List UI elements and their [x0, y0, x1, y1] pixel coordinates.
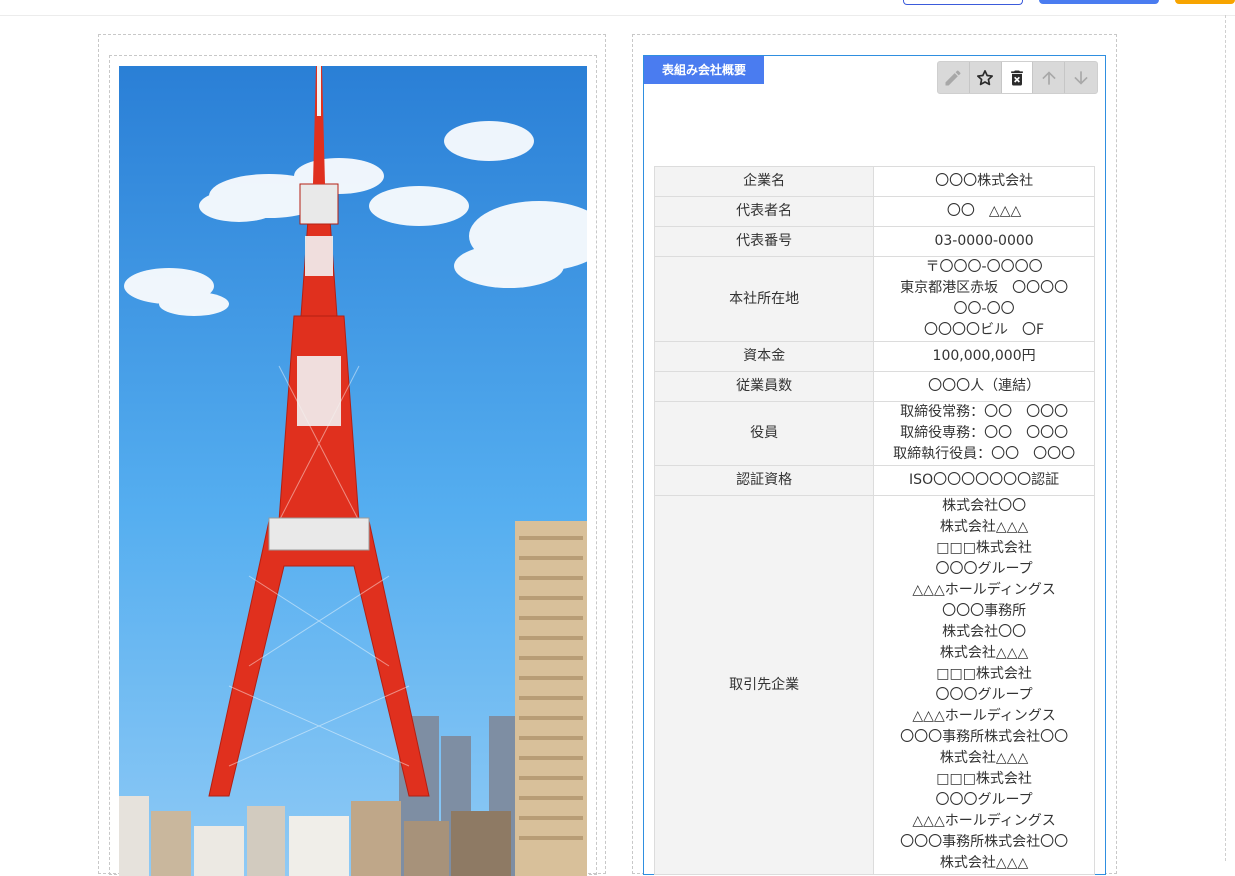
table-row: 取引先企業 株式会社〇〇 株式会社△△△ □□□株式会社 〇〇〇グループ △△△ホールディ…: [653, 495, 1095, 875]
delete-button[interactable]: [1001, 62, 1034, 93]
favorite-button[interactable]: [970, 62, 1002, 93]
value-line: 株式会社△△△: [939, 750, 1029, 766]
value-line: 〇〇〇グループ: [935, 561, 1033, 577]
table-column: 表組み会社概要 企業名 〇〇〇株式会社 代表者名 〇〇 △△△ 代表番号 03-…: [632, 34, 1117, 875]
top-outline-button[interactable]: [903, 0, 1023, 5]
value-line: 〇〇〇人（連結）: [928, 378, 1041, 394]
move-up-button[interactable]: [1033, 62, 1066, 93]
row-value: 〒〇〇〇-〇〇〇〇東京都港区赤坂 〇〇〇〇 〇〇-〇〇〇〇〇〇ビル 〇F: [873, 256, 1095, 342]
row-value: 〇〇〇株式会社: [873, 166, 1095, 197]
company-profile-table: 企業名 〇〇〇株式会社代表者名 〇〇 △△△ 代表番号 03-0000-0000 本社所在…: [653, 166, 1095, 875]
row-label: 代表者名: [653, 196, 875, 227]
row-label: 認証資格: [653, 465, 875, 496]
row-label: 代表番号: [653, 226, 875, 257]
value-line: 〇〇〇事務所株式会社〇〇: [900, 834, 1069, 850]
value-line: 〇〇-〇〇: [953, 301, 1015, 317]
value-line: 株式会社△△△: [939, 855, 1029, 871]
value-line: △△△ホールディングス: [912, 582, 1056, 598]
value-line: △△△ホールディングス: [912, 708, 1056, 724]
row-label: 従業員数: [653, 371, 875, 402]
arrow-down-icon: [1074, 70, 1088, 85]
trash-icon: [1011, 70, 1023, 85]
image-column: [98, 34, 606, 876]
row-label: 資本金: [653, 341, 875, 372]
table-row: 本社所在地 〒〇〇〇-〇〇〇〇 東京都港区赤坂 〇〇〇〇 〇〇-〇〇 〇〇〇〇ビル 〇F: [653, 256, 1095, 342]
value-line: □□□株式会社: [936, 771, 1032, 787]
table-row: 従業員数 〇〇〇人（連結）: [653, 371, 1095, 402]
value-line: 100,000,000円: [932, 348, 1036, 364]
value-line: 〇〇〇グループ: [935, 792, 1033, 808]
table-row: 企業名 〇〇〇株式会社: [653, 166, 1095, 197]
row-value: 取締役常務：〇〇 〇〇〇 取締役専務：〇〇 〇〇〇 取締執行役員：〇〇 〇〇〇: [873, 401, 1095, 466]
star-icon: [977, 69, 994, 85]
value-line: 取締役常務：〇〇 〇〇〇: [900, 404, 1069, 420]
row-label: 取引先企業: [653, 495, 875, 875]
block-toolbar: [937, 61, 1098, 94]
value-line: 〇〇〇事務所株式会社〇〇: [900, 729, 1069, 745]
table-row: 認証資格 ISO〇〇〇〇〇〇〇認証: [653, 465, 1095, 496]
value-line: 〇〇〇グループ: [935, 687, 1033, 703]
row-value: 03-0000-0000: [873, 226, 1095, 257]
arrow-up-icon: [1042, 70, 1056, 85]
block-type-label: 表組み会社概要: [644, 56, 764, 84]
table-row: 役員 取締役常務：〇〇 〇〇〇 取締役専務：〇〇 〇〇〇 取締執行役員：〇〇 〇〇〇: [653, 401, 1095, 466]
row-label: 役員: [653, 401, 875, 466]
value-line: 株式会社〇〇: [942, 498, 1027, 514]
row-value: 〇〇 △△△: [873, 196, 1095, 227]
value-line: 取締執行役員：〇〇 〇〇〇: [893, 446, 1076, 462]
value-line: 東京都港区赤坂 〇〇〇〇: [900, 280, 1069, 296]
value-line: △△△ホールディングス: [912, 813, 1056, 829]
top-bar: [0, 0, 1235, 16]
row-value: 〇〇〇人（連結）: [873, 371, 1095, 402]
value-line: 〇〇 △△△: [946, 203, 1022, 219]
row-value: ISO〇〇〇〇〇〇〇認証: [873, 465, 1095, 496]
row-label: 企業名: [653, 166, 875, 197]
table-row: 代表者名 〇〇 △△△: [653, 196, 1095, 227]
tokyo-tower-photo: [119, 66, 587, 876]
value-line: 〇〇〇事務所: [942, 603, 1027, 619]
value-line: 〇〇〇〇ビル 〇F: [924, 322, 1045, 338]
value-line: □□□株式会社: [936, 540, 1032, 556]
value-line: ISO〇〇〇〇〇〇〇認証: [909, 472, 1060, 488]
top-accent-button[interactable]: [1175, 0, 1235, 4]
value-line: 取締役専務：〇〇 〇〇〇: [900, 425, 1069, 441]
layout-guide: [1225, 15, 1226, 861]
table-row: 代表番号 03-0000-0000: [653, 226, 1095, 257]
value-line: □□□株式会社: [936, 666, 1032, 682]
image-block[interactable]: [109, 55, 597, 876]
move-down-button[interactable]: [1065, 62, 1097, 93]
value-line: 株式会社〇〇: [942, 624, 1027, 640]
value-line: 株式会社△△△: [939, 519, 1029, 535]
value-line: 03-0000-0000: [934, 233, 1034, 249]
table-row: 資本金 100,000,000円: [653, 341, 1095, 372]
value-line: 株式会社△△△: [939, 645, 1029, 661]
value-line: 〒〇〇〇-〇〇〇〇: [925, 259, 1043, 275]
row-label: 本社所在地: [653, 256, 875, 342]
company-profile-block[interactable]: 表組み会社概要 企業名 〇〇〇株式会社 代表者名 〇〇 △△△ 代表番号 03-…: [643, 55, 1106, 875]
edit-button[interactable]: [938, 62, 970, 93]
top-primary-button[interactable]: [1039, 0, 1159, 4]
row-value: 株式会社〇〇 株式会社△△△ □□□株式会社 〇〇〇グループ △△△ホールディングス 〇〇…: [873, 495, 1095, 875]
pencil-icon: [945, 69, 961, 85]
row-value: 100,000,000円: [873, 341, 1095, 372]
value-line: 〇〇〇株式会社: [935, 173, 1034, 189]
